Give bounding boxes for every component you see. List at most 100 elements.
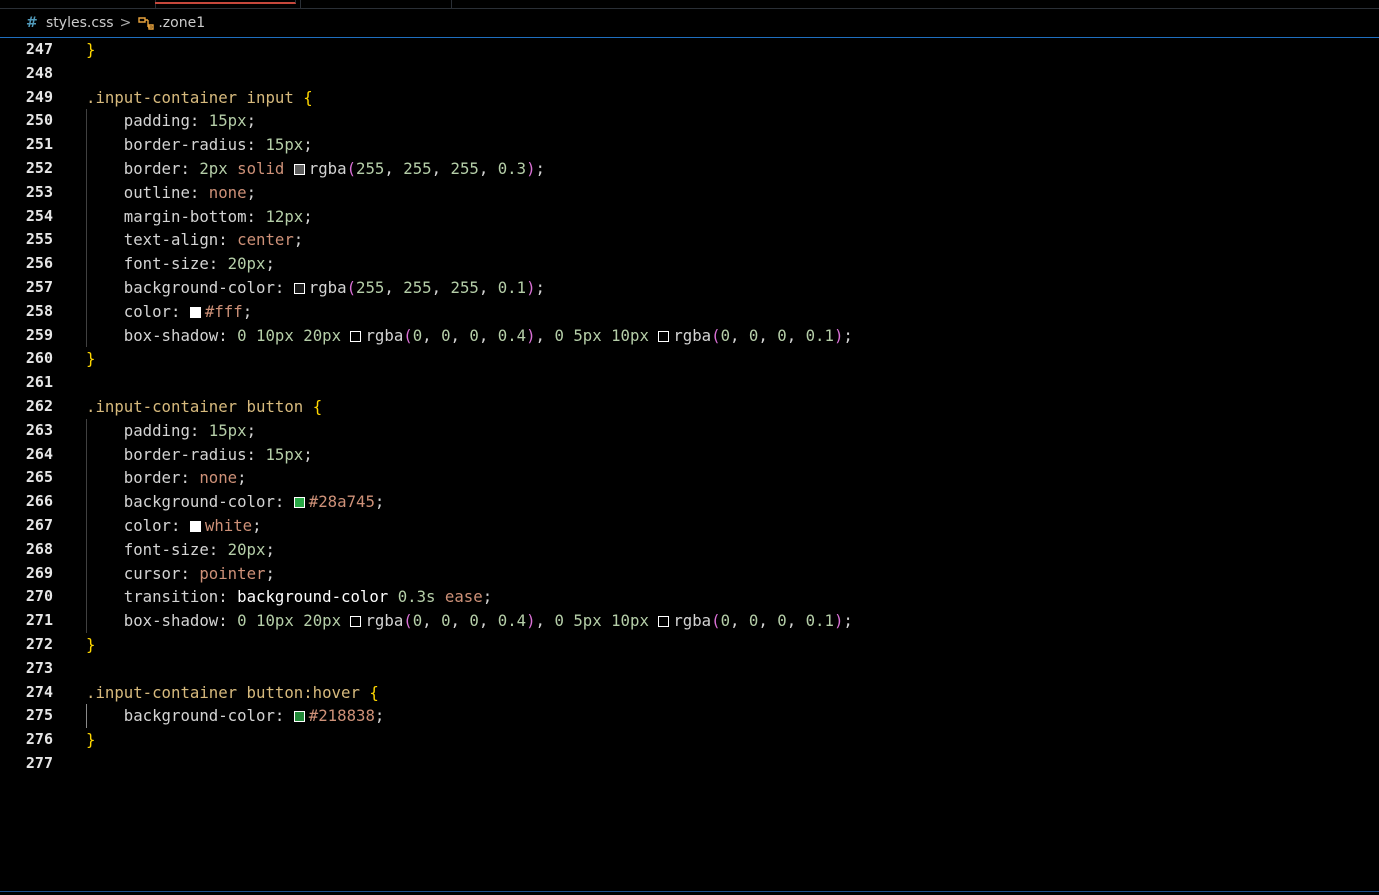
code-text: } <box>86 38 95 62</box>
code-line[interactable]: 260} <box>0 347 1379 371</box>
code-line[interactable]: 273 <box>0 657 1379 681</box>
code-token: 0 <box>441 325 451 345</box>
code-line[interactable]: 258 color: #fff; <box>0 299 1379 324</box>
tab-active[interactable] <box>155 0 296 4</box>
line-number: 262 <box>25 396 53 415</box>
code-token: , <box>535 325 555 345</box>
code-text: font-size: 20px; <box>86 252 275 276</box>
code-token: 15px <box>208 111 247 131</box>
code-token: ) <box>833 325 844 345</box>
code-token: 10px <box>256 611 304 631</box>
code-token: 0.1 <box>805 611 834 631</box>
code-line[interactable]: 264 border-radius: 15px; <box>0 442 1379 467</box>
line-number: 263 <box>25 420 53 439</box>
code-token: ; <box>265 539 275 559</box>
code-token: 0.4 <box>497 325 527 345</box>
code-text: padding: 15px; <box>86 419 256 443</box>
code-line[interactable]: 256 font-size: 20px; <box>0 252 1379 276</box>
code-token: , <box>431 158 451 178</box>
code-line[interactable]: 261 <box>0 371 1379 395</box>
code-line[interactable]: 250 padding: 15px; <box>0 109 1379 134</box>
code-token: 0 <box>720 325 731 345</box>
code-token: center <box>237 230 294 250</box>
line-number: 264 <box>25 444 53 463</box>
code-line[interactable]: 268 font-size: 20px; <box>0 537 1379 562</box>
code-token: box-shadow: <box>86 325 238 345</box>
code-line[interactable]: 262 .input-container button { <box>0 395 1379 419</box>
color-swatch[interactable] <box>293 711 305 723</box>
code-line[interactable]: 252 border: 2px solid rgba(255, 255, 255… <box>0 156 1379 181</box>
code-line[interactable]: 257 background-color: rgba(255, 255, 255… <box>0 275 1379 300</box>
code-token: ( <box>711 325 721 345</box>
color-swatch[interactable] <box>350 330 362 342</box>
code-token: ( <box>711 611 721 631</box>
code-line[interactable]: 276} <box>0 728 1379 752</box>
line-number: 276 <box>25 730 53 749</box>
code-line[interactable]: 272} <box>0 633 1379 657</box>
code-line[interactable]: 263 padding: 15px; <box>0 418 1379 443</box>
breadcrumb-file[interactable]: styles.css <box>46 15 114 31</box>
divider <box>0 891 1379 892</box>
code-line[interactable]: 270 transition: background-color 0.3s ea… <box>0 585 1379 610</box>
code-token: 20px <box>227 254 266 274</box>
code-token: 10px <box>611 325 659 345</box>
color-swatch[interactable] <box>293 163 305 175</box>
line-number: 266 <box>25 492 53 511</box>
code-token: 0 <box>412 611 423 631</box>
line-number: 268 <box>25 539 53 558</box>
tab[interactable] <box>300 0 452 8</box>
code-area[interactable]: 247} 248 249 .input-container input {250 pa… <box>0 38 1379 776</box>
tab[interactable] <box>0 0 156 8</box>
code-token: padding: <box>86 111 209 131</box>
code-token: 0 <box>777 325 787 345</box>
code-token: , <box>730 611 749 631</box>
code-line[interactable]: 274 .input-container button:hover { <box>0 681 1379 705</box>
code-line[interactable]: 275 background-color: #218838; <box>0 704 1379 729</box>
code-token: text-align: <box>86 230 238 250</box>
color-swatch[interactable] <box>189 520 201 532</box>
code-line[interactable]: 251 border-radius: 15px; <box>0 133 1379 157</box>
code-token: 0.4 <box>497 611 527 631</box>
code-token: 20px <box>303 611 351 631</box>
color-swatch[interactable] <box>350 616 362 628</box>
code-editor[interactable]: # styles.css > .zone1 247} 248 249 .input-c… <box>0 0 1379 895</box>
code-line[interactable]: 266 background-color: #28a745; <box>0 490 1379 514</box>
code-text: background-color: #218838; <box>86 704 385 728</box>
code-token: ; <box>535 158 545 178</box>
code-line[interactable]: 247} <box>0 38 1379 62</box>
breadcrumb-symbol[interactable]: .zone1 <box>158 15 205 31</box>
code-token: , <box>450 325 470 345</box>
code-token: , <box>786 325 806 345</box>
code-token: 255 <box>356 277 385 297</box>
code-token: ) <box>526 611 536 631</box>
code-line[interactable]: 253 outline: none; <box>0 180 1379 205</box>
code-token: 255 <box>450 277 479 297</box>
code-line[interactable]: 259 box-shadow: 0 10px 20px rgba(0, 0, 0… <box>0 323 1379 348</box>
code-text: box-shadow: 0 10px 20px rgba(0, 0, 0, 0.… <box>86 324 853 348</box>
code-token: , <box>786 611 806 631</box>
code-line[interactable]: 277 <box>0 752 1379 776</box>
code-line[interactable]: 255 text-align: center; <box>0 228 1379 253</box>
code-token: } <box>86 349 96 369</box>
code-line[interactable]: 267 color: white; <box>0 513 1379 538</box>
color-swatch[interactable] <box>658 330 670 342</box>
code-token: ; <box>265 563 275 583</box>
color-swatch[interactable] <box>293 497 305 509</box>
color-swatch[interactable] <box>658 616 670 628</box>
code-line[interactable]: 249 .input-container input { <box>0 86 1379 110</box>
code-token: ; <box>265 254 275 274</box>
code-line[interactable]: 269 cursor: pointer; <box>0 561 1379 586</box>
code-line[interactable]: 271 box-shadow: 0 10px 20px rgba(0, 0, 0… <box>0 609 1379 633</box>
code-token: } <box>86 634 96 654</box>
line-number: 265 <box>25 468 53 487</box>
color-swatch[interactable] <box>293 282 305 294</box>
code-line[interactable]: 248 <box>0 62 1379 86</box>
code-token: , <box>450 611 470 631</box>
code-token: .input-container button:hover <box>86 682 370 702</box>
code-line[interactable]: 265 border: none; <box>0 466 1379 491</box>
color-swatch[interactable] <box>189 306 201 318</box>
code-token: 15px <box>265 444 304 464</box>
code-token: , <box>431 277 451 297</box>
code-token: } <box>86 730 96 750</box>
code-line[interactable]: 254 margin-bottom: 12px; <box>0 204 1379 229</box>
